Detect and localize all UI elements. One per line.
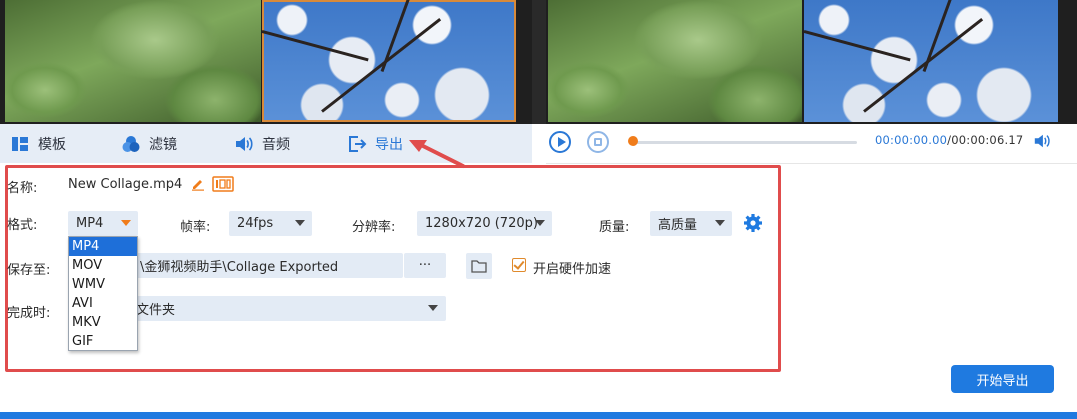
fps-select[interactable]: 24fps — [229, 211, 312, 236]
format-option-mov[interactable]: MOV — [69, 256, 137, 275]
chevron-down-icon — [121, 220, 131, 226]
preview-divider — [532, 0, 546, 124]
quality-value: 高质量 — [658, 218, 698, 233]
fps-value: 24fps — [237, 216, 274, 231]
tab-audio-label: 音频 — [262, 136, 290, 153]
quality-select[interactable]: 高质量 — [650, 211, 732, 236]
gear-icon[interactable] — [743, 213, 763, 233]
name-label: 名称: — [7, 181, 38, 196]
open-folder-button[interactable] — [466, 253, 492, 279]
output-preview-blossom — [804, 0, 1058, 122]
layout-icon — [10, 134, 30, 154]
time-total: /00:00:06.17 — [947, 133, 1024, 147]
save-path-value: \金狮视频助手\Collage Exported — [140, 260, 339, 275]
output-preview-leaf — [548, 0, 802, 122]
folder-icon — [471, 260, 487, 273]
file-name: New Collage.mp4 — [68, 177, 183, 192]
time-current: 00:00:00.00 — [875, 133, 948, 147]
id3-tag-icon[interactable] — [212, 176, 234, 192]
quality-label: 质量: — [599, 220, 630, 235]
play-button[interactable] — [549, 131, 571, 153]
seek-knob[interactable] — [628, 136, 638, 146]
audio-icon — [234, 134, 254, 154]
format-option-mkv[interactable]: MKV — [69, 313, 137, 332]
chevron-down-icon — [535, 220, 545, 226]
format-select[interactable]: MP4 — [68, 211, 138, 236]
format-option-mp4[interactable]: MP4 — [69, 237, 137, 256]
preview-edge — [1068, 0, 1077, 124]
save-to-label: 保存至: — [7, 263, 51, 278]
bottom-accent-bar — [0, 412, 1077, 419]
on-complete-value: 文件夹 — [136, 303, 176, 318]
resolution-label: 分辨率: — [352, 220, 396, 235]
browse-button[interactable]: ··· — [404, 253, 446, 278]
filter-icon — [121, 134, 141, 154]
browse-button-label: ··· — [418, 258, 432, 273]
collage-cell-blossom[interactable] — [262, 0, 516, 122]
format-option-avi[interactable]: AVI — [69, 294, 137, 313]
format-label: 格式: — [7, 218, 38, 233]
on-complete-label: 完成时: — [7, 306, 51, 321]
fps-label: 帧率: — [180, 220, 211, 235]
volume-icon[interactable] — [1033, 132, 1051, 150]
time-readout: 00:00:00.00/00:00:06.17 — [875, 133, 1023, 147]
tab-template[interactable]: 模板 — [10, 124, 66, 163]
tab-export[interactable]: 导出 — [347, 124, 403, 163]
format-value: MP4 — [76, 216, 104, 231]
resolution-value: 1280x720 (720p) — [425, 216, 538, 231]
format-option-wmv[interactable]: WMV — [69, 275, 137, 294]
hw-accel-checkbox[interactable] — [512, 258, 526, 272]
tab-filter[interactable]: 滤镜 — [121, 124, 177, 163]
tab-template-label: 模板 — [38, 136, 66, 153]
tab-filter-label: 滤镜 — [149, 136, 177, 153]
resolution-select[interactable]: 1280x720 (720p) — [417, 211, 552, 236]
player-controls: 00:00:00.00/00:00:06.17 — [546, 124, 1077, 164]
edit-name-icon[interactable] — [191, 177, 205, 191]
start-export-button[interactable]: 开始导出 — [951, 365, 1054, 393]
export-icon — [347, 134, 367, 154]
seek-bar[interactable] — [632, 141, 857, 144]
chevron-down-icon — [428, 305, 438, 311]
format-option-gif[interactable]: GIF — [69, 332, 137, 351]
collage-cell-leaf[interactable] — [5, 0, 261, 122]
hw-accel-label: 开启硬件加速 — [533, 262, 612, 277]
stop-button[interactable] — [587, 131, 609, 153]
format-dropdown-list: MP4 MOV WMV AVI MKV GIF — [68, 236, 138, 351]
preview-area — [0, 0, 1077, 124]
tab-export-label: 导出 — [375, 136, 403, 153]
chevron-down-icon — [715, 220, 725, 226]
chevron-down-icon — [295, 220, 305, 226]
tab-audio[interactable]: 音频 — [234, 124, 290, 163]
